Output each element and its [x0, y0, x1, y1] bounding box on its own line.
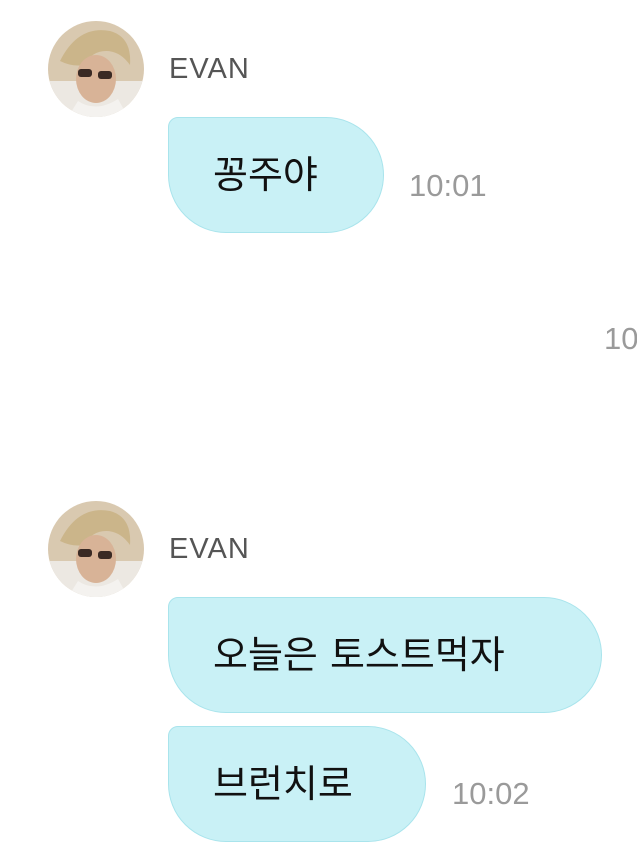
outgoing-message-timestamp: 10	[604, 321, 637, 356]
message-bubble[interactable]: 브런치로	[168, 726, 426, 842]
message-timestamp: 10:01	[409, 168, 487, 203]
avatar[interactable]	[48, 501, 144, 597]
avatar[interactable]	[48, 21, 144, 117]
message-timestamp: 10:02	[452, 776, 530, 811]
message-bubble[interactable]: 꽁주야	[168, 117, 384, 233]
sender-name: EVAN	[169, 53, 250, 85]
sender-name: EVAN	[169, 533, 250, 565]
profile-photo-icon	[48, 21, 144, 117]
profile-photo-icon	[48, 501, 144, 597]
message-bubble[interactable]: 오늘은 토스트먹자	[168, 597, 602, 713]
